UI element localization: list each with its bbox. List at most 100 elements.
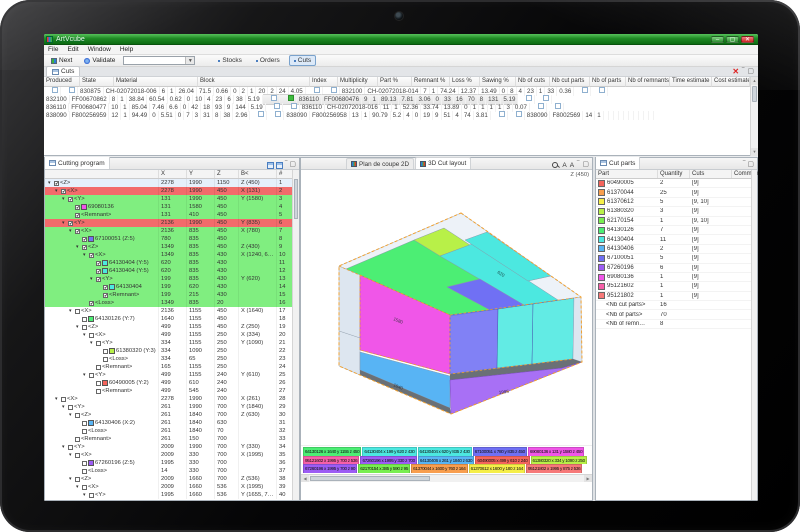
3d-face-remnant[interactable]: [339, 266, 360, 338]
tree-expand-arrow[interactable]: ▾: [69, 307, 74, 315]
parts-row[interactable]: 951216021[9]: [596, 282, 757, 291]
tree-checkbox[interactable]: ✔: [75, 205, 80, 210]
tree-checkbox[interactable]: [82, 485, 87, 490]
validate-button[interactable]: Validate: [80, 55, 119, 66]
tree-checkbox[interactable]: [68, 445, 73, 450]
delete-icon[interactable]: ✕: [732, 68, 739, 76]
tree-row[interactable]: ✔64130404 (Y:5)62083543012: [45, 267, 299, 275]
tree-checkbox[interactable]: ✔: [68, 221, 73, 226]
produced-checkbox[interactable]: [52, 87, 58, 93]
tree-checkbox[interactable]: ✔: [75, 213, 80, 218]
column-header[interactable]: Nb of parts: [590, 77, 626, 87]
tree-checkbox[interactable]: [96, 389, 101, 394]
float-panel-icon[interactable]: ▢: [747, 68, 754, 76]
tree-expand-arrow[interactable]: ▾: [76, 323, 81, 331]
cuts-table-scrollbar[interactable]: ▲ ▼: [750, 77, 758, 156]
strip-segment[interactable]: 64130406 x 261 y 1840 z 630: [418, 456, 474, 465]
tree-col-x[interactable]: X: [159, 170, 187, 178]
tree-row[interactable]: ▾✔<Y>1311990450Y (1580)3: [45, 195, 299, 203]
float-panel-icon[interactable]: ▢: [747, 161, 754, 169]
strip-segment[interactable]: 61370044 x 1600 y 760 z 164: [411, 464, 467, 473]
menu-item-window[interactable]: Window: [88, 46, 111, 53]
tree-checkbox[interactable]: [75, 437, 80, 442]
tree-row[interactable]: ▾<Y>19951660536Y (1655, 7…40: [45, 491, 299, 499]
tree-row[interactable]: ▾✔<X>2136835450X (780)7: [45, 227, 299, 235]
tree-row[interactable]: ▾<X>21361155450X (1640)17: [45, 307, 299, 315]
tab-plan-de-coupe-2d[interactable]: Plan de coupe 2D: [346, 158, 414, 169]
parts-row[interactable]: 690801361[9]: [596, 273, 757, 282]
close-button[interactable]: ✕: [741, 36, 754, 43]
tree-row[interactable]: ▾<Y>4991155240Y (610)25: [45, 371, 299, 379]
state-checkbox[interactable]: [516, 111, 522, 117]
parts-row[interactable]: 641304062[9]: [596, 245, 757, 254]
font-increase-icon[interactable]: A: [562, 162, 566, 169]
strip-segment[interactable]: 64130404 x 620 y 835 z 430: [418, 447, 472, 456]
state-checkbox[interactable]: [331, 87, 337, 93]
minimize-panel-icon[interactable]: ‾: [742, 68, 744, 76]
strip-segment[interactable]: 62170154 x 385 y 590 z 95: [358, 464, 410, 473]
strip-segment[interactable]: 95121802 x 1995 y 875 z 536: [526, 464, 582, 473]
column-header[interactable]: Multiplicity: [338, 77, 378, 87]
parts-row[interactable]: 951218021[9]: [596, 292, 757, 301]
selection-combobox[interactable]: ▼: [123, 56, 195, 65]
scroll-down-icon[interactable]: ▼: [751, 148, 758, 156]
minimize-panel-icon[interactable]: ‾: [285, 161, 287, 169]
tree-expand-arrow[interactable]: ▾: [76, 483, 81, 491]
tree-row[interactable]: ▾✔<Z>1349835450Z (430)9: [45, 243, 299, 251]
parts-col-part[interactable]: Part: [596, 170, 658, 178]
produced-checkbox[interactable]: [271, 95, 277, 101]
tree-checkbox[interactable]: [82, 469, 87, 474]
tree-row[interactable]: ▾<X>4991155250X (334)20: [45, 331, 299, 339]
tree-row[interactable]: 64130406 (X:2)261184063031: [45, 419, 299, 427]
tree-expand-arrow[interactable]: ▾: [48, 179, 53, 187]
tree-row[interactable]: ✔67100051 (Z:5)7808354508: [45, 235, 299, 243]
tree-checkbox[interactable]: [82, 429, 87, 434]
column-header[interactable]: Sawing %: [480, 77, 516, 87]
tree-row[interactable]: 60490005 (Y:2)49961024026: [45, 379, 299, 387]
parts-row[interactable]: 604900052[9]: [596, 179, 757, 188]
tree-checkbox[interactable]: ✔: [61, 189, 66, 194]
tree-expand-arrow[interactable]: ▾: [83, 491, 88, 499]
scroll-left-icon[interactable]: ◀: [301, 475, 309, 482]
scrollbar-thumb[interactable]: [294, 179, 298, 219]
font-decrease-icon[interactable]: A: [570, 162, 574, 169]
parts-row[interactable]: 6137004425[9]: [596, 188, 757, 197]
tree-checkbox[interactable]: ✔: [82, 237, 87, 242]
tree-row[interactable]: ✔<Remnant>19921543015: [45, 291, 299, 299]
tree-checkbox[interactable]: ✔: [82, 245, 87, 250]
tree-row[interactable]: ▾<X>20091660536X (1995)39: [45, 483, 299, 491]
state-checkbox[interactable]: [543, 95, 549, 101]
tree-row[interactable]: 64130126 (Y:7)1640115545018: [45, 315, 299, 323]
tree-checkbox[interactable]: [82, 461, 87, 466]
tree-row[interactable]: <Remnant>26115070033: [45, 435, 299, 443]
parts-row[interactable]: 671000515[9]: [596, 254, 757, 263]
3d-face-part[interactable]: [532, 298, 574, 364]
tree-row[interactable]: 67260196 (Z:5)199533070036: [45, 459, 299, 467]
tab-cutting-program[interactable]: Cutting program: [45, 157, 110, 169]
tree-expand-arrow[interactable]: ▾: [83, 331, 88, 339]
parts-row[interactable]: 641301267[9]: [596, 226, 757, 235]
column-header[interactable]: Nb of remnants: [626, 77, 670, 87]
tree-checkbox[interactable]: [82, 421, 87, 426]
tree-checkbox[interactable]: [89, 493, 94, 498]
strip-segment[interactable]: 64130404 x 199 y 620 z 430: [362, 447, 416, 456]
state-checkbox[interactable]: [69, 87, 75, 93]
tree-expand-arrow[interactable]: ▾: [90, 339, 95, 347]
produced-checkbox[interactable]: [314, 87, 320, 93]
parts-col-cuts[interactable]: Cuts: [690, 170, 732, 178]
tree-expand-arrow[interactable]: ▾: [62, 403, 67, 411]
tree-checkbox[interactable]: ✔: [103, 285, 108, 290]
tree-row[interactable]: ▾<Z>2611840700Z (630)30: [45, 411, 299, 419]
tree-row[interactable]: ▾<Z>20091660700Z (536)38: [45, 475, 299, 483]
zoom-icon[interactable]: [552, 162, 559, 169]
collapse-all-icon[interactable]: [276, 162, 283, 169]
tree-row[interactable]: ▾<Y>2611990700Y (1840)29: [45, 403, 299, 411]
strip-segment[interactable]: 64130126 x 1640 y 1155 z 450: [303, 447, 361, 456]
tree-checkbox[interactable]: ✔: [68, 197, 73, 202]
tree-checkbox[interactable]: [89, 373, 94, 378]
3d-face-part[interactable]: [497, 304, 533, 368]
parts-row[interactable]: 613803203[9]: [596, 207, 757, 216]
maximize-button[interactable]: ▢: [726, 36, 739, 43]
stocks-toggle-button[interactable]: Stocks: [213, 55, 247, 66]
produced-checkbox[interactable]: [582, 87, 588, 93]
